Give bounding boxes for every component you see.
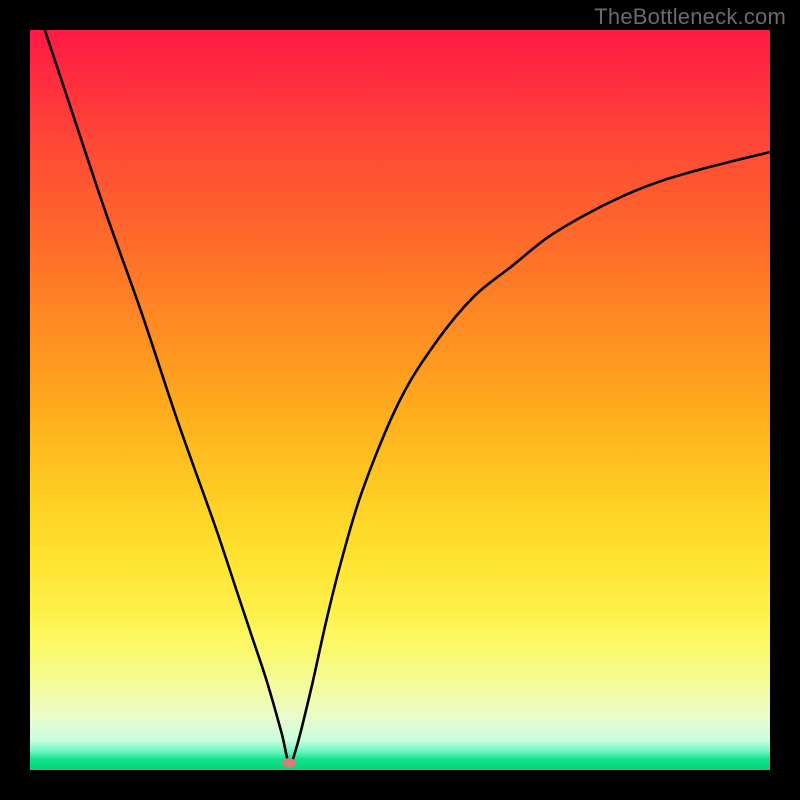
plot-background-gradient (30, 30, 770, 770)
watermark-text: TheBottleneck.com (594, 4, 786, 30)
min-point-marker (282, 758, 296, 768)
chart-frame: TheBottleneck.com (0, 0, 800, 800)
